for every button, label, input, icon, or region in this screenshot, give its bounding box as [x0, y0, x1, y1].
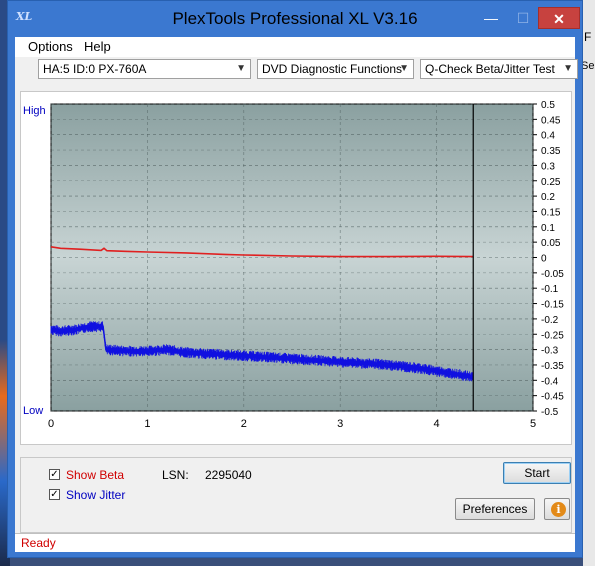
test-select[interactable]: Q-Check Beta/Jitter Test ▼: [420, 59, 578, 79]
y-tick-label: -0.35: [541, 361, 564, 372]
menu-bar: Options Help: [15, 37, 575, 57]
y-tick-label: 0.25: [541, 177, 561, 188]
x-tick-label: 2: [241, 418, 247, 430]
info-button[interactable]: i: [544, 498, 570, 520]
show-jitter-checkbox[interactable]: ✓: [49, 489, 60, 500]
controls-panel: ✓ Show Beta ✓ Show Jitter LSN: 2295040 S…: [20, 457, 572, 533]
y-tick-label: -0.25: [541, 330, 564, 341]
y-tick-label: -0.15: [541, 300, 564, 311]
app-window: XL PlexTools Professional XL V3.16 — ☐ ✕…: [7, 0, 583, 558]
chevron-down-icon: ▼: [399, 63, 409, 74]
y-tick-label: 0.5: [541, 100, 555, 111]
y-tick-label: -0.05: [541, 269, 564, 280]
status-bar: Ready: [15, 533, 575, 552]
x-tick-label: 4: [434, 418, 440, 430]
y-tick-label: -0.5: [541, 407, 559, 418]
y-tick-label: -0.2: [541, 315, 559, 326]
y-tick-label: 0.45: [541, 115, 561, 126]
y-label-high: High: [23, 105, 46, 117]
lsn-label: LSN:: [162, 468, 189, 482]
close-button[interactable]: ✕: [538, 7, 580, 29]
menu-options[interactable]: Options: [28, 39, 73, 54]
info-icon: i: [551, 502, 566, 517]
y-tick-label: 0: [541, 254, 547, 265]
menu-help[interactable]: Help: [84, 39, 111, 54]
show-beta-label[interactable]: Show Beta: [66, 468, 124, 482]
drive-select[interactable]: HA:5 ID:0 PX-760A ▼: [38, 59, 251, 79]
show-jitter-label[interactable]: Show Jitter: [66, 488, 125, 502]
x-tick-label: 0: [48, 418, 54, 430]
y-label-low: Low: [23, 405, 43, 417]
title-bar[interactable]: XL PlexTools Professional XL V3.16 — ☐ ✕: [8, 1, 582, 37]
minimize-button[interactable]: —: [476, 7, 506, 29]
y-tick-label: -0.3: [541, 346, 559, 357]
beta-jitter-chart: 0.5 0.45 0.4 0.35 0.3 0.25 0.2 0.15 0.1 0.05 0 -0.0…: [21, 92, 571, 444]
preferences-button[interactable]: Preferences: [455, 498, 535, 520]
x-tick-label: 3: [337, 418, 343, 430]
function-select[interactable]: DVD Diagnostic Functions ▼: [257, 59, 414, 79]
y-tick-label: -0.4: [541, 376, 559, 387]
client-area: Options Help HA:5 ID:0 PX-760A ▼ DVD Dia…: [15, 37, 578, 552]
desktop-text-1: F: [584, 30, 592, 44]
test-select-value: Q-Check Beta/Jitter Test: [425, 62, 555, 76]
y-tick-label: -0.45: [541, 392, 564, 403]
desktop-text-2: Se: [581, 60, 595, 72]
drive-select-value: HA:5 ID:0 PX-760A: [43, 62, 147, 76]
lsn-value: 2295040: [205, 468, 252, 482]
show-beta-checkbox[interactable]: ✓: [49, 469, 60, 480]
function-select-value: DVD Diagnostic Functions: [262, 62, 403, 76]
toolbar: HA:5 ID:0 PX-760A ▼ DVD Diagnostic Funct…: [15, 57, 578, 83]
status-text: Ready: [21, 536, 56, 550]
desktop-right-edge: F Se: [581, 0, 595, 566]
y-tick-label: 0.3: [541, 161, 555, 172]
y-tick-label: 0.35: [541, 146, 561, 157]
chart-panel: 0.5 0.45 0.4 0.35 0.3 0.25 0.2 0.15 0.1 0.05 0 -0.0…: [20, 91, 572, 445]
chevron-down-icon: ▼: [236, 63, 246, 74]
x-tick-label: 5: [530, 418, 536, 430]
chevron-down-icon: ▼: [563, 63, 573, 74]
y-tick-label: -0.1: [541, 284, 559, 295]
maximize-button[interactable]: ☐: [508, 7, 538, 29]
x-tick-label: 1: [144, 418, 150, 430]
y-tick-label: 0.2: [541, 192, 555, 203]
y-tick-label: 0.4: [541, 131, 555, 142]
y-tick-label: 0.1: [541, 223, 555, 234]
y-tick-label: 0.15: [541, 207, 561, 218]
y-tick-label: 0.05: [541, 238, 561, 249]
start-button[interactable]: Start: [503, 462, 571, 484]
